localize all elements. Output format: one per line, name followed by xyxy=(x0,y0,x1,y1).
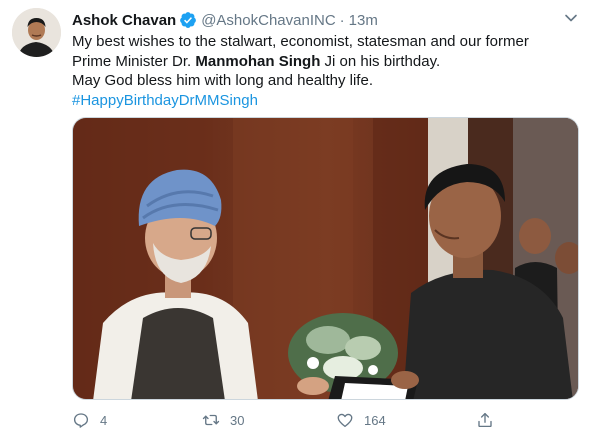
tweet-time[interactable]: 13m xyxy=(349,12,378,29)
tweet-text-bold: Manmohan Singh xyxy=(195,52,321,70)
tweet-text-line: May God bless him with long and healthy … xyxy=(72,72,373,89)
retweet-icon xyxy=(202,414,220,426)
tweet-actions: 4 30 164 xyxy=(72,408,512,432)
author-handle[interactable]: @AshokChavanINC xyxy=(201,12,335,29)
reply-icon xyxy=(73,413,89,428)
share-button[interactable] xyxy=(476,408,494,432)
separator-dot: · xyxy=(339,11,345,29)
share-icon xyxy=(478,412,492,428)
verified-badge-icon xyxy=(180,12,197,28)
tweet-text: My best wishes to the stalwart, economis… xyxy=(72,32,580,110)
tweet-text-line: Prime Minister Dr. Manmohan Singh Ji on … xyxy=(72,52,580,72)
retweet-button[interactable]: 30 xyxy=(202,408,244,432)
tweet-header: Ashok Chavan @AshokChavanINC · 13m xyxy=(72,10,581,30)
tweet-text-segment: Prime Minister Dr. xyxy=(72,52,196,70)
like-button[interactable]: 164 xyxy=(336,408,386,432)
reply-button[interactable]: 4 xyxy=(72,408,107,432)
tweet-photo[interactable] xyxy=(72,117,579,400)
retweet-count: 30 xyxy=(230,412,245,428)
reply-count: 4 xyxy=(100,412,108,428)
chevron-down-icon[interactable] xyxy=(563,10,579,26)
avatar[interactable] xyxy=(12,8,61,57)
like-icon xyxy=(337,413,353,428)
like-count: 164 xyxy=(364,412,386,428)
tweet-text-line: My best wishes to the stalwart, economis… xyxy=(72,33,529,50)
hashtag-link[interactable]: #HappyBirthdayDrMMSingh xyxy=(72,92,258,109)
tweet-text-segment: Ji on his birthday. xyxy=(320,52,441,70)
author-name[interactable]: Ashok Chavan xyxy=(72,12,176,29)
